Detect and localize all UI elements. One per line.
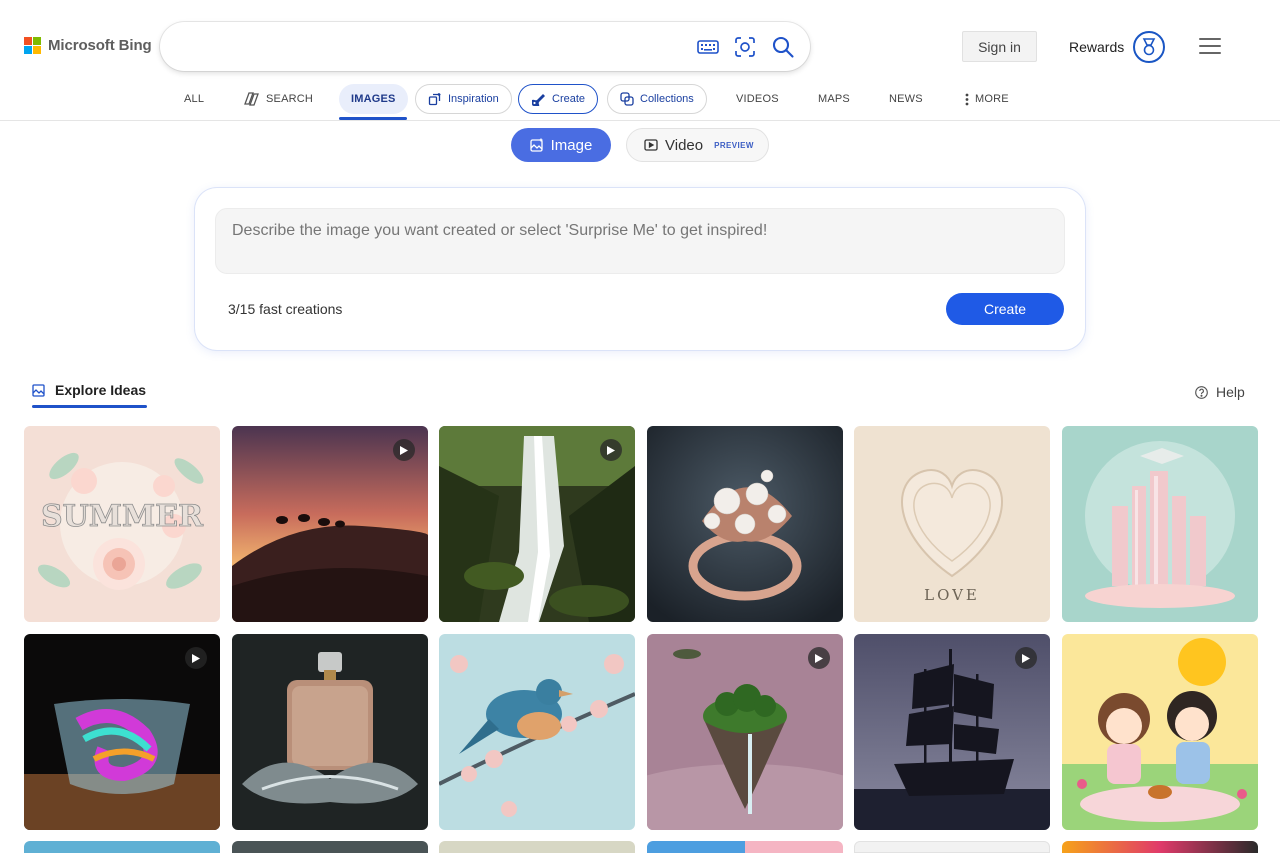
tab-all-label: ALL	[184, 93, 205, 105]
video-play-icon	[808, 647, 830, 669]
video-create-icon	[644, 139, 658, 151]
bird-cherry-blossom-image	[439, 634, 635, 830]
tab-search-label: SEARCH	[266, 93, 314, 105]
image-mode-button[interactable]: Image	[511, 128, 611, 162]
perfume-bottle-splash-image	[232, 634, 428, 830]
visual-search-icon[interactable]	[733, 35, 757, 59]
idea-tile[interactable]	[647, 426, 843, 622]
create-panel: 3/15 fast creations Create	[195, 188, 1085, 350]
tab-maps-label: MAPS	[818, 93, 850, 105]
chibi-couple-picnic-image	[1062, 634, 1258, 830]
tab-create[interactable]: Create	[518, 84, 599, 114]
create-button[interactable]: Create	[946, 293, 1064, 325]
tab-all[interactable]: ALL	[184, 84, 204, 114]
tab-inspiration[interactable]: Inspiration	[415, 84, 512, 114]
tab-more-label: MORE	[975, 93, 1009, 105]
idea-tile[interactable]	[854, 841, 1050, 853]
active-tab-indicator	[339, 117, 407, 120]
prompt-box	[215, 208, 1065, 274]
idea-tile[interactable]	[24, 841, 220, 853]
idea-tile[interactable]	[24, 634, 220, 830]
collections-icon	[620, 92, 634, 106]
explore-image-icon	[32, 383, 45, 397]
menu-icon[interactable]	[1199, 38, 1221, 54]
help-label: Help	[1216, 384, 1245, 400]
pearl-ring-image	[647, 426, 843, 622]
search-box	[160, 22, 810, 71]
idea-tile[interactable]	[232, 634, 428, 830]
video-mode-label: Video	[665, 136, 704, 154]
idea-tile[interactable]	[1062, 841, 1258, 853]
tab-maps[interactable]: MAPS	[818, 84, 850, 114]
explore-ideas-label: Explore Ideas	[55, 382, 147, 398]
idea-tile[interactable]	[1062, 634, 1258, 830]
tab-videos-label: VIDEOS	[736, 93, 779, 105]
vertical-tabs: ALL SEARCH IMAGES Inspiration Create Col…	[0, 80, 1280, 121]
microsoft-logo-icon	[24, 37, 41, 54]
tab-images-label: IMAGES	[351, 93, 396, 105]
image-create-icon	[529, 138, 543, 152]
tab-inspiration-label: Inspiration	[448, 93, 499, 105]
summer-paper-flowers-image: SUMMER	[24, 426, 220, 622]
idea-tile[interactable]: LOVE	[854, 426, 1050, 622]
idea-tile[interactable]	[232, 841, 428, 853]
idea-tile[interactable]: SUMMER	[24, 426, 220, 622]
svg-text:SUMMER: SUMMER	[41, 499, 204, 534]
logo-text: Microsoft Bing	[48, 37, 152, 54]
tab-collections-label: Collections	[640, 93, 694, 105]
video-mode-button[interactable]: Video PREVIEW	[626, 128, 769, 162]
help-button[interactable]: Help	[1195, 384, 1245, 400]
tab-videos[interactable]: VIDEOS	[736, 84, 779, 114]
search-icon[interactable]	[771, 35, 795, 59]
explore-underline	[32, 405, 147, 408]
header: Microsoft Bing Sign in Rewards	[0, 0, 1280, 92]
tab-more[interactable]: MORE	[965, 84, 1009, 114]
keyboard-icon[interactable]	[696, 35, 720, 59]
idea-tile[interactable]	[232, 426, 428, 622]
idea-tile[interactable]	[439, 841, 635, 853]
tab-news-label: NEWS	[889, 93, 923, 105]
tab-news[interactable]: NEWS	[889, 84, 923, 114]
pastel-city-graduation-image	[1062, 426, 1258, 622]
tab-collections[interactable]: Collections	[607, 84, 707, 114]
video-play-icon	[600, 439, 622, 461]
tab-images[interactable]: IMAGES	[339, 84, 408, 114]
rewards-button[interactable]: Rewards	[1069, 31, 1166, 63]
idea-tile[interactable]	[1062, 426, 1258, 622]
sign-in-button[interactable]: Sign in	[962, 31, 1037, 62]
video-play-icon	[1015, 647, 1037, 669]
idea-tile[interactable]	[647, 841, 843, 853]
paper-heart-love-image: LOVE	[854, 426, 1050, 622]
more-dots-icon	[965, 93, 969, 105]
tab-create-label: Create	[552, 93, 586, 105]
idea-tile[interactable]	[439, 634, 635, 830]
idea-tile[interactable]	[854, 634, 1050, 830]
idea-tile[interactable]	[439, 426, 635, 622]
fast-creations-count: 3/15 fast creations	[228, 301, 343, 317]
search-input[interactable]	[182, 34, 682, 59]
preview-badge: PREVIEW	[714, 140, 754, 150]
bing-logo[interactable]: Microsoft Bing	[24, 37, 152, 54]
inspiration-icon	[428, 93, 441, 106]
create-brush-icon	[532, 94, 545, 106]
video-play-icon	[393, 439, 415, 461]
svg-text:LOVE: LOVE	[924, 586, 980, 604]
video-play-icon	[185, 647, 207, 669]
rewards-medal-icon	[1133, 31, 1166, 63]
help-icon	[1195, 385, 1208, 399]
idea-tile[interactable]	[647, 634, 843, 830]
copilot-search-icon	[244, 92, 259, 106]
rewards-label: Rewards	[1069, 39, 1125, 55]
prompt-input[interactable]	[232, 222, 1042, 262]
tab-search[interactable]: SEARCH	[243, 84, 313, 114]
explore-ideas-tab[interactable]: Explore Ideas	[32, 382, 146, 398]
image-mode-label: Image	[550, 136, 593, 154]
